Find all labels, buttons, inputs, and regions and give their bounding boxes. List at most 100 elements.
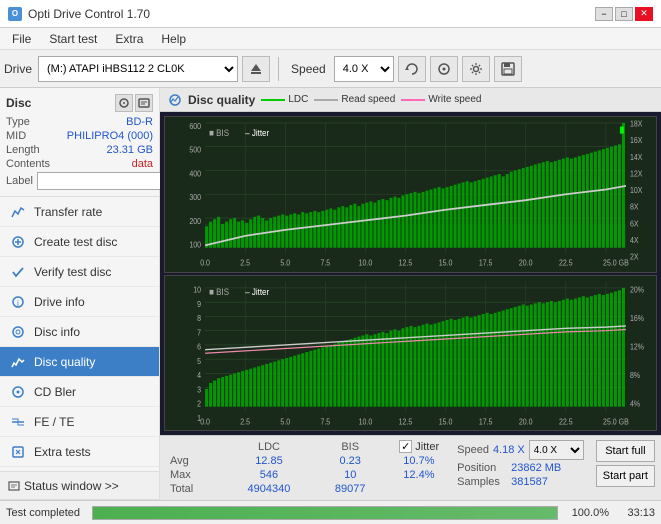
stats-bar: LDC BIS Avg 12.85 0.23 Max 546 — [160, 435, 661, 500]
svg-text:25.0 GB: 25.0 GB — [603, 258, 629, 268]
stats-row-max: Max 546 10 — [166, 468, 385, 482]
chart2-svg: 10 9 8 7 6 5 4 3 2 1 20% 16% 12% 8% 4% — [165, 276, 656, 431]
chart1-svg: 600 500 400 300 200 100 18X 16X 14X 12X … — [165, 117, 656, 272]
refresh-icon — [405, 62, 419, 76]
verify-icon — [10, 264, 26, 280]
eject-icon — [249, 62, 263, 76]
read-legend-label: Read speed — [341, 94, 395, 105]
title-bar: O Opti Drive Control 1.70 − □ ✕ — [0, 0, 661, 28]
sidebar-item-label: CD Bler — [34, 385, 76, 399]
ldc-color-swatch — [261, 99, 285, 101]
sidebar-item-label: Extra tests — [34, 445, 91, 459]
disc-icon-2[interactable] — [135, 94, 153, 112]
sidebar-item-transfer-rate[interactable]: Transfer rate — [0, 197, 159, 227]
stats-col-header-empty — [166, 440, 223, 454]
speed-select[interactable]: 4.0 X — [334, 56, 394, 82]
disc-mid-row: MID PHILIPRO4 (000) — [6, 130, 153, 142]
contents-value: data — [132, 158, 153, 170]
svg-text:4X: 4X — [630, 235, 639, 245]
svg-text:4%: 4% — [630, 399, 640, 409]
svg-text:3: 3 — [197, 384, 201, 394]
svg-text:20.0: 20.0 — [519, 258, 533, 268]
speed-stat-select[interactable]: 4.0 X — [529, 440, 584, 460]
menu-start-test[interactable]: Start test — [41, 30, 105, 48]
svg-text:0.0: 0.0 — [200, 258, 210, 268]
svg-text:17.5: 17.5 — [479, 258, 493, 268]
avg-label: Avg — [166, 454, 223, 468]
disc-icon — [437, 62, 451, 76]
svg-text:14X: 14X — [630, 152, 642, 162]
speed-stat-label: Speed — [457, 444, 489, 456]
svg-text:5.0: 5.0 — [280, 258, 290, 268]
sidebar-item-label: Disc quality — [34, 355, 95, 369]
disc-icon-1[interactable] — [115, 94, 133, 112]
disc-length-row: Length 23.31 GB — [6, 144, 153, 156]
title-bar-left: O Opti Drive Control 1.70 — [8, 7, 150, 21]
menu-file[interactable]: File — [4, 30, 39, 48]
progress-percentage: 100.0% — [564, 507, 609, 519]
window-controls[interactable]: − □ ✕ — [595, 7, 653, 21]
sidebar-item-create-test-disc[interactable]: Create test disc — [0, 227, 159, 257]
stats-row-avg: Avg 12.85 0.23 — [166, 454, 385, 468]
svg-text:8: 8 — [197, 313, 201, 323]
svg-text:100: 100 — [189, 240, 201, 250]
jitter-checkbox[interactable]: ✓ — [399, 440, 412, 453]
start-part-button[interactable]: Start part — [596, 465, 655, 487]
refresh-button[interactable] — [398, 56, 426, 82]
svg-text:17.5: 17.5 — [479, 416, 493, 426]
sidebar-item-cd-bler[interactable]: CD Bler — [0, 377, 159, 407]
sidebar-item-disc-quality[interactable]: Disc quality — [0, 347, 159, 377]
svg-text:15.0: 15.0 — [439, 258, 453, 268]
menu-help[interactable]: Help — [153, 30, 194, 48]
speed-stat-value: 4.18 X — [493, 444, 525, 456]
svg-text:2: 2 — [197, 399, 201, 409]
label-label: Label — [6, 175, 33, 187]
menu-extra[interactable]: Extra — [107, 30, 151, 48]
eject-button[interactable] — [242, 56, 270, 82]
sidebar-item-disc-info[interactable]: Disc info — [0, 317, 159, 347]
disc-quality-chart-2: 10 9 8 7 6 5 4 3 2 1 20% 16% 12% 8% 4% — [164, 275, 657, 432]
settings-button[interactable] — [462, 56, 490, 82]
close-button[interactable]: ✕ — [635, 7, 653, 21]
svg-text:10X: 10X — [630, 185, 642, 195]
svg-text:■ BIS: ■ BIS — [209, 286, 229, 297]
main-content: Disc Type BD-R MID PHILIPRO4 (000) — [0, 88, 661, 500]
sidebar-item-drive-info[interactable]: i Drive info — [0, 287, 159, 317]
drive-select[interactable]: (M:) ATAPI iHBS112 2 CL0K — [38, 56, 238, 82]
sidebar-item-verify-test-disc[interactable]: Verify test disc — [0, 257, 159, 287]
progress-time: 33:13 — [615, 507, 655, 519]
svg-text:5: 5 — [197, 356, 201, 366]
svg-text:20%: 20% — [630, 285, 644, 295]
svg-text:8X: 8X — [630, 202, 639, 212]
svg-text:10.0: 10.0 — [359, 416, 373, 426]
stats-col-ldc: LDC — [223, 440, 315, 454]
status-window-icon — [8, 480, 20, 492]
ldc-max-value: 546 — [223, 468, 315, 482]
disc-info-icon — [10, 324, 26, 340]
maximize-button[interactable]: □ — [615, 7, 633, 21]
svg-text:18X: 18X — [630, 119, 642, 129]
svg-text:16X: 16X — [630, 136, 642, 146]
minimize-button[interactable]: − — [595, 7, 613, 21]
type-label: Type — [6, 116, 30, 128]
sidebar-item-fe-te[interactable]: FE / TE — [0, 407, 159, 437]
start-full-button[interactable]: Start full — [596, 440, 655, 462]
disc-quality-icon — [10, 354, 26, 370]
status-window-label: Status window >> — [24, 479, 119, 493]
disc-button[interactable] — [430, 56, 458, 82]
mid-label: MID — [6, 130, 26, 142]
sidebar-item-extra-tests[interactable]: Extra tests — [0, 437, 159, 467]
read-color-swatch — [314, 99, 338, 101]
save-button[interactable] — [494, 56, 522, 82]
label-input[interactable] — [37, 172, 175, 190]
svg-text:600: 600 — [189, 121, 201, 131]
position-row: Position 23862 MB — [457, 462, 584, 474]
sidebar-item-label: FE / TE — [34, 415, 74, 429]
toolbar: Drive (M:) ATAPI iHBS112 2 CL0K Speed 4.… — [0, 50, 661, 88]
status-window-button[interactable]: Status window >> — [0, 472, 159, 500]
svg-text:8%: 8% — [630, 370, 640, 380]
progress-bar-inner — [93, 507, 557, 519]
svg-text:15.0: 15.0 — [439, 416, 453, 426]
sidebar-item-label: Create test disc — [34, 235, 117, 249]
app-icon: O — [8, 7, 22, 21]
